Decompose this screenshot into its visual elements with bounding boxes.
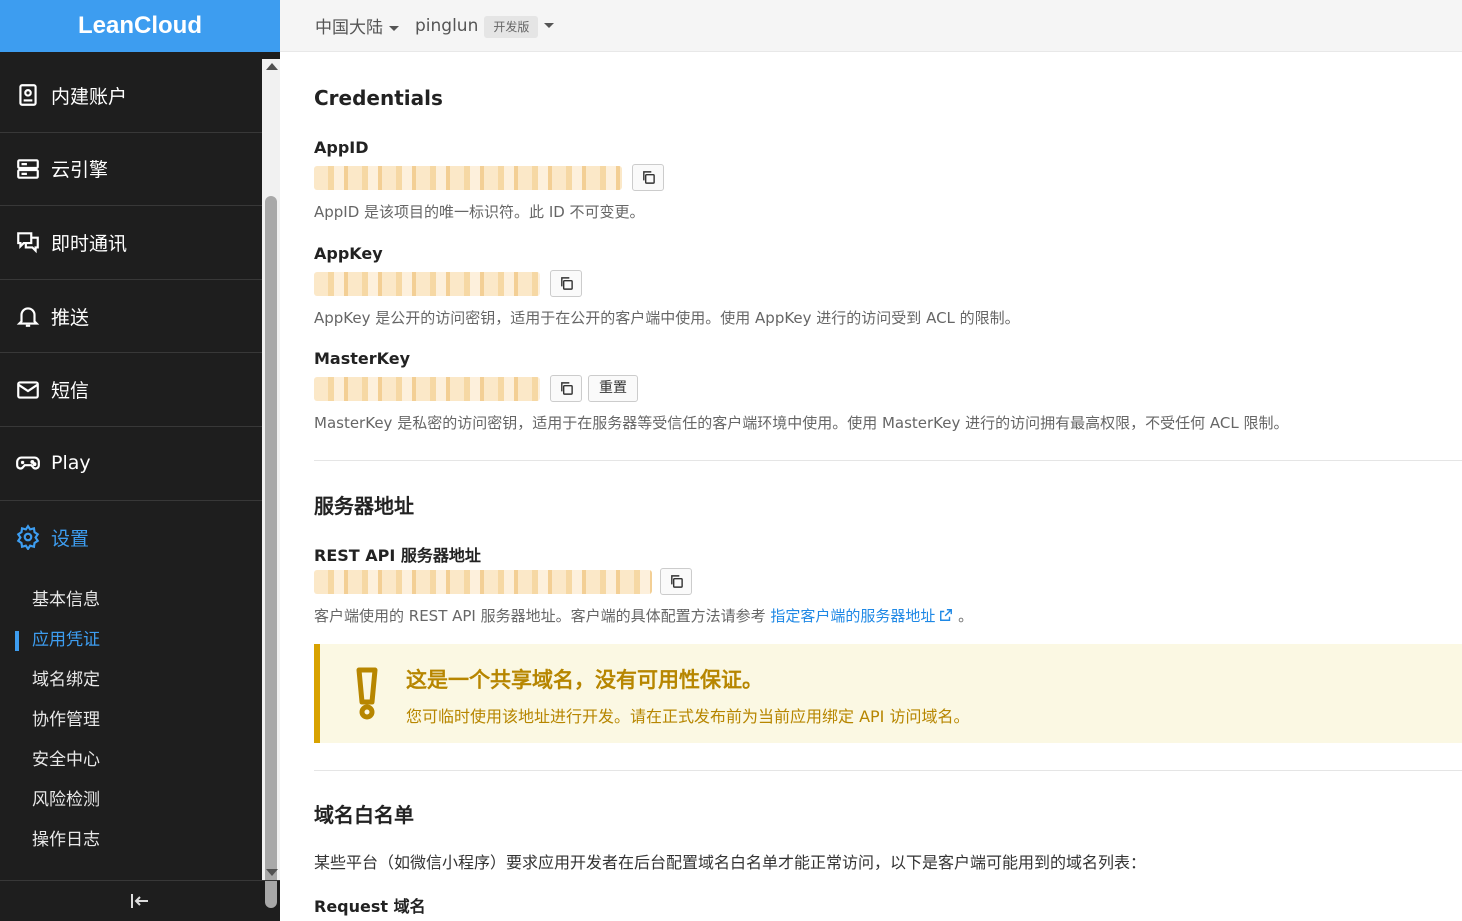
gamepad-icon [16,456,40,470]
copy-appid-button[interactable] [632,164,664,191]
collapse-sidebar-button[interactable] [0,880,280,921]
nav-label: 推送 [51,306,90,329]
nav-item-settings[interactable]: 设置 [0,501,262,575]
rest-api-value[interactable] [314,570,652,594]
section-title-server: 服务器地址 [314,494,414,518]
sidebar-scrollbar[interactable] [262,59,280,908]
scroll-thumb[interactable] [265,196,277,908]
nav-label: 内建账户 [51,85,128,108]
sub-item-logs[interactable]: 操作日志 [0,820,262,860]
appid-help: AppID 是该项目的唯一标识符。此 ID 不可变更。 [314,203,645,221]
sub-item-app-keys[interactable]: 应用凭证 [0,620,262,660]
warning-title: 这是一个共享域名，没有可用性保证。 [406,668,763,692]
app-selector[interactable]: pinglun 开发版 [415,15,555,38]
nav-label: 设置 [51,527,90,550]
copy-icon [670,575,683,588]
nav-item-accounts[interactable]: 内建账户 [0,59,262,133]
external-link-icon [940,609,953,621]
chevron-down-icon [544,23,555,28]
copy-icon [560,277,573,290]
main-content: Credentials AppID AppID 是该项目的唯一标识符。此 ID … [314,52,1462,921]
sub-item-domain-binding[interactable]: 域名绑定 [0,660,262,700]
sub-item-collaborators[interactable]: 协作管理 [0,700,262,740]
masterkey-label: MasterKey [314,349,411,368]
help-suffix: 。 [953,607,974,625]
rest-api-help: 客户端使用的 REST API 服务器地址。客户端的具体配置方法请参考 指定客户… [314,605,973,626]
collapse-left-icon [131,894,148,908]
plan-badge: 开发版 [484,15,539,38]
copy-masterkey-button[interactable] [550,375,582,402]
gear-icon [16,524,40,551]
masterkey-value[interactable] [314,377,540,401]
whitelist-description: 某些平台（如微信小程序）要求应用开发者在后台配置域名白名单才能正常访问，以下是客… [314,853,1147,872]
app-name-label: pinglun [415,15,479,36]
divider [314,770,1462,771]
sidebar: LeanCloud 内建账户 云引擎 即时通讯 推送 短信 Play 设置 基本… [0,0,280,921]
help-text: 客户端使用的 REST API 服务器地址。客户端的具体配置方法请参考 [314,607,771,625]
copy-rest-api-button[interactable] [660,568,692,595]
rest-api-label: REST API 服务器地址 [314,546,481,565]
appkey-value[interactable] [314,272,540,296]
account-icon [19,84,37,107]
scroll-down-arrow[interactable] [266,869,278,876]
section-title-credentials: Credentials [314,86,443,110]
appid-value[interactable] [314,166,622,190]
sub-item-risk[interactable]: 风险检测 [0,780,262,820]
chevron-down-icon [389,25,399,31]
appkey-help: AppKey 是公开的访问密钥，适用于在公开的客户端中使用。使用 AppKey … [314,309,1020,327]
appid-label: AppID [314,138,369,157]
nav-item-push[interactable]: 推送 [0,280,262,354]
divider [314,460,1462,461]
copy-icon [642,171,655,184]
copy-icon [560,382,573,395]
bell-icon [16,307,40,327]
request-domain-label: Request 域名 [314,897,426,916]
warning-body: 您可临时使用该地址进行开发。请在正式发布前为当前应用绑定 API 访问域名。 [406,707,970,726]
nav-label: 云引擎 [51,159,109,182]
chat-icon [17,232,39,254]
server-icon [17,159,39,179]
sidebar-nav: 内建账户 云引擎 即时通讯 推送 短信 Play 设置 基本信息 应用凭证 域名… [0,59,262,880]
exclamation-icon [356,667,378,720]
nav-item-cloud-engine[interactable]: 云引擎 [0,133,262,207]
copy-appkey-button[interactable] [550,270,582,297]
masterkey-help: MasterKey 是私密的访问密钥，适用于在服务器等受信任的客户端环境中使用。… [314,414,1289,432]
nav-label: 即时通讯 [51,232,128,255]
sub-item-basic-info[interactable]: 基本信息 [0,580,262,620]
nav-item-im[interactable]: 即时通讯 [0,206,262,280]
shared-domain-warning: 这是一个共享域名，没有可用性保证。 您可临时使用该地址进行开发。请在正式发布前为… [314,644,1462,743]
nav-label: 短信 [51,380,90,403]
nav-label: Play [51,452,91,475]
appkey-label: AppKey [314,244,383,263]
nav-item-play[interactable]: Play [0,427,262,501]
region-label: 中国大陆 [315,18,383,38]
nav-item-sms[interactable]: 短信 [0,353,262,427]
top-bar: 中国大陆 pinglun 开发版 [280,0,1462,52]
mail-icon [17,381,39,399]
sub-item-security[interactable]: 安全中心 [0,740,262,780]
region-selector[interactable]: 中国大陆 [315,13,399,38]
settings-submenu: 基本信息 应用凭证 域名绑定 协作管理 安全中心 风险检测 操作日志 [0,574,262,860]
server-address-link[interactable]: 指定客户端的服务器地址 [770,607,935,625]
brand-logo[interactable]: LeanCloud [0,0,280,52]
scroll-up-arrow[interactable] [266,63,278,70]
section-title-whitelist: 域名白名单 [314,803,414,827]
reset-masterkey-button[interactable]: 重置 [588,375,638,402]
